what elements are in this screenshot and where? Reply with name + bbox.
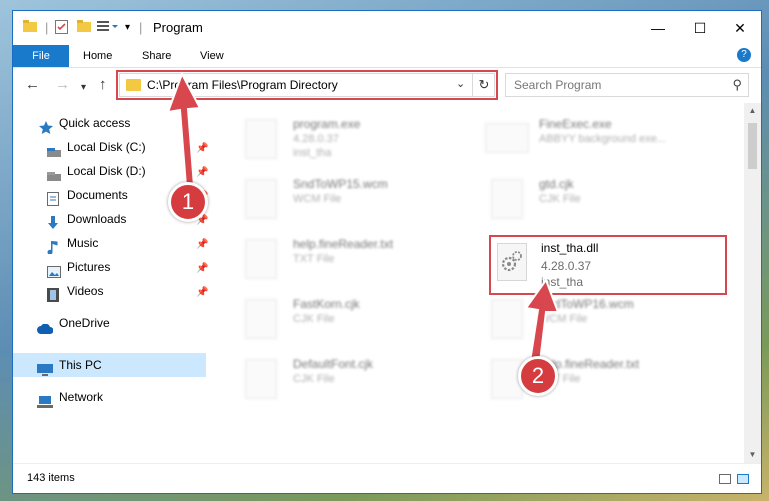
annotation-arrow-1 xyxy=(166,71,202,187)
annotation-arrows xyxy=(166,71,560,363)
annotation-arrow-2 xyxy=(524,277,560,363)
step-2-badge: 2 xyxy=(518,356,558,396)
step-1-badge: 1 xyxy=(168,182,208,222)
